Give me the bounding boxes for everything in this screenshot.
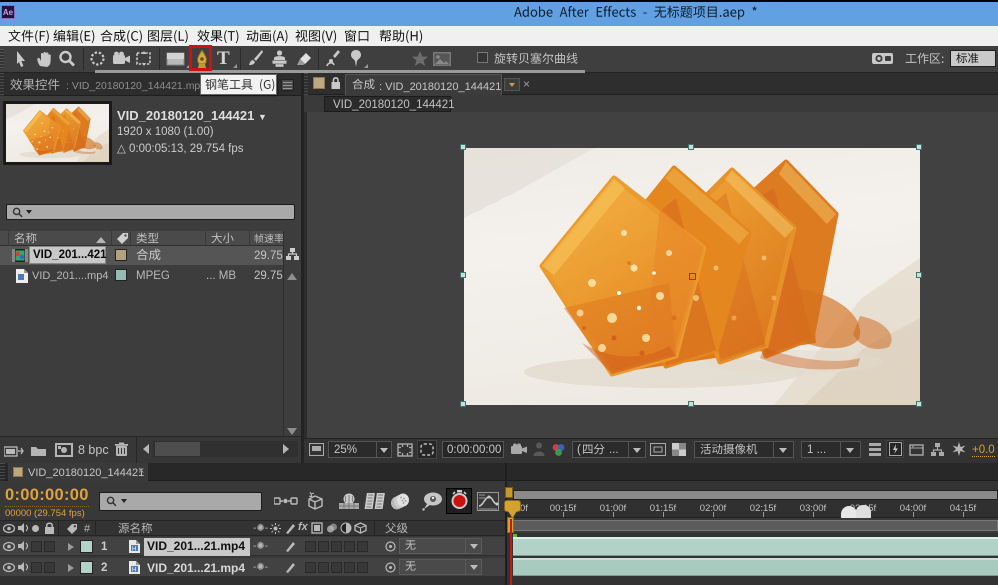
svg-text:H: H — [132, 547, 136, 553]
svg-text:H: H — [132, 568, 136, 574]
